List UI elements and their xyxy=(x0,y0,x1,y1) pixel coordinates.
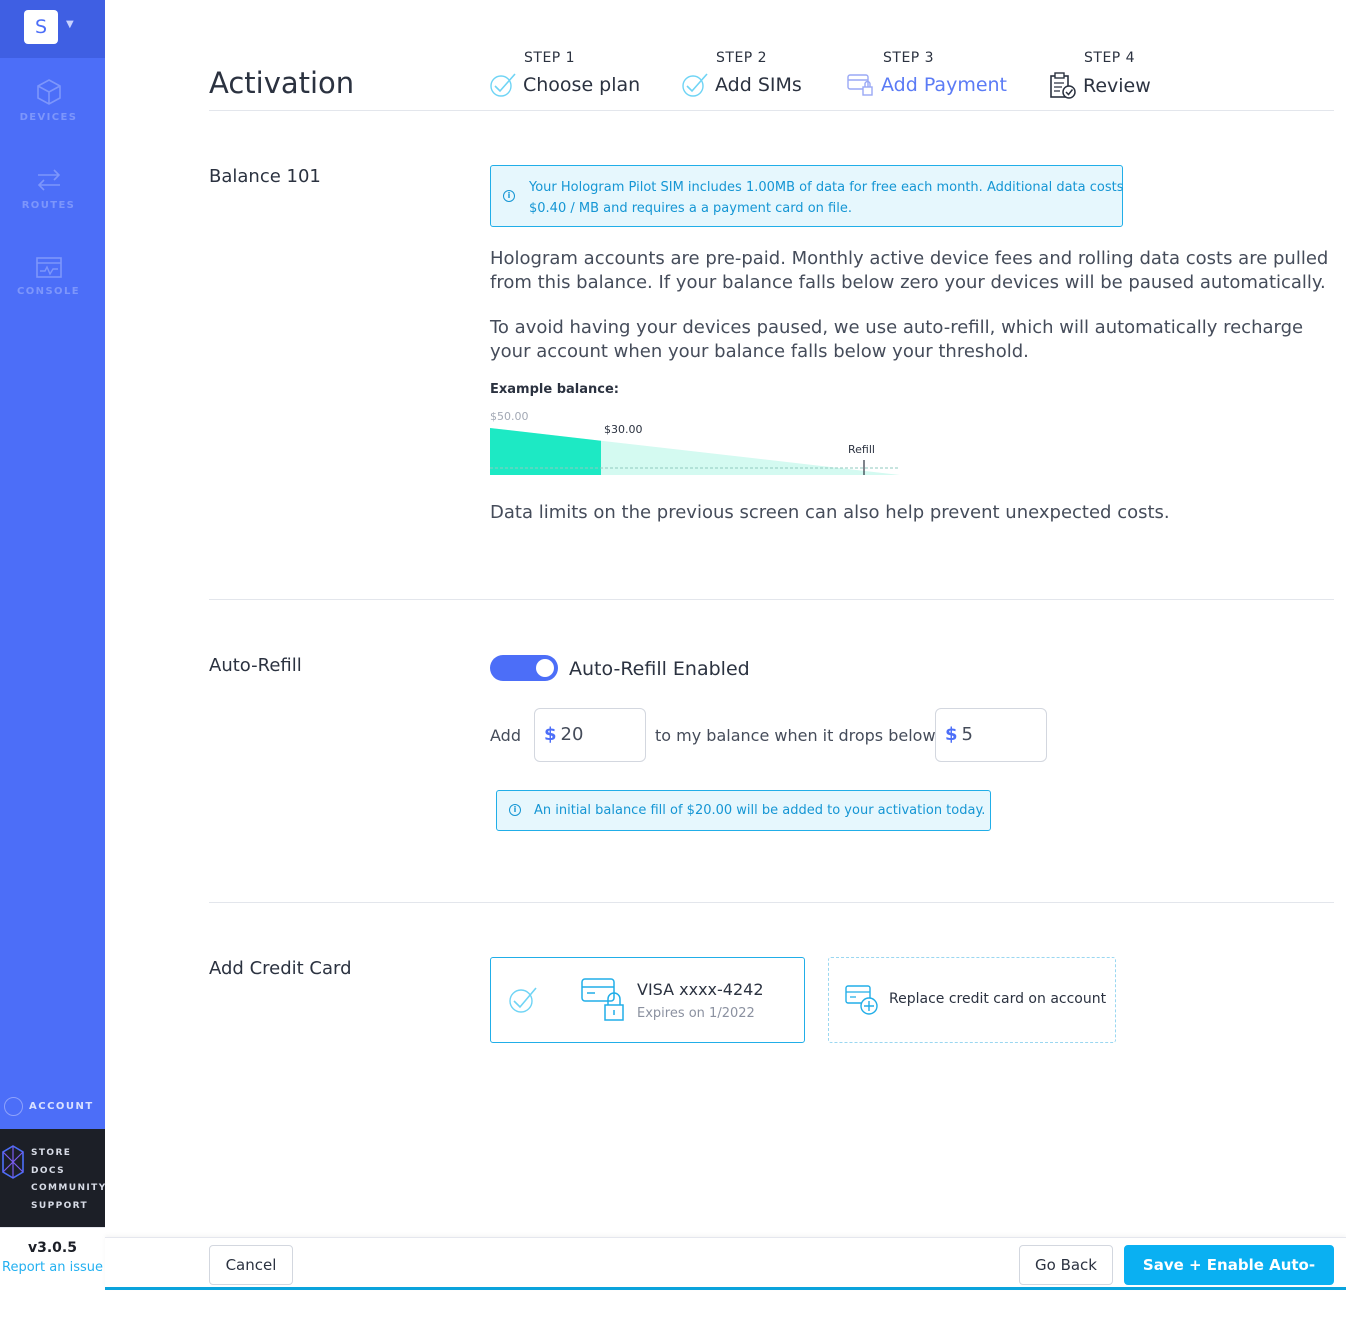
step-4-number: STEP 4 xyxy=(1084,50,1136,66)
refill-threshold-value: 5 xyxy=(961,724,973,745)
free-data-info: i Your Hologram Pilot SIM includes 1.00M… xyxy=(490,165,1124,227)
credit-card-lock-icon xyxy=(581,978,624,1021)
currency-symbol: $ xyxy=(544,724,557,745)
account-link[interactable]: ACCOUNT xyxy=(4,1097,94,1116)
refill-threshold-input[interactable]: $5 xyxy=(935,708,1047,762)
refill-middle-text: to my balance when it drops below xyxy=(655,726,936,745)
section-divider xyxy=(209,902,1334,903)
nav-console[interactable]: CONSOLE xyxy=(0,256,97,297)
refill-amount-input[interactable]: $20 xyxy=(534,708,646,762)
current-card-option[interactable]: VISA xxxx-4242 Expires on 1/2022 xyxy=(490,957,805,1043)
step-4-label: Review xyxy=(1083,75,1151,97)
org-avatar[interactable]: S xyxy=(24,10,58,44)
example-balance-chart: $50.00 $30.00 Refill xyxy=(490,410,900,475)
arrows-exchange-icon xyxy=(37,169,60,191)
balance-paragraph-1: Hologram accounts are pre-paid. Monthly … xyxy=(490,248,1329,293)
console-chart-icon xyxy=(35,257,62,278)
footer-link-store[interactable]: STORE xyxy=(31,1145,107,1163)
info-icon: i xyxy=(509,804,521,816)
hologram-logo-icon xyxy=(2,1145,24,1179)
autorefill-toggle[interactable] xyxy=(490,655,558,681)
payment-card-icon xyxy=(847,74,873,96)
example-current-label: $30.00 xyxy=(604,423,643,436)
currency-symbol: $ xyxy=(945,724,958,745)
report-issue-link[interactable]: Report an issue xyxy=(0,1260,105,1275)
initial-fill-info: i An initial balance fill of $20.00 will… xyxy=(496,790,991,831)
example-balance-label: Example balance: xyxy=(490,382,619,397)
bottom-action-bar: Cancel Go Back Save + Enable Auto-Refill xyxy=(105,1237,1346,1312)
step-1-number: STEP 1 xyxy=(524,50,576,66)
example-max-label: $50.00 xyxy=(490,410,529,423)
footer-link-docs[interactable]: DOCS xyxy=(31,1163,107,1181)
caret-down-icon[interactable]: ▼ xyxy=(66,19,74,30)
initial-fill-text: An initial balance fill of $20.00 will b… xyxy=(534,803,986,818)
info-line-1: Your Hologram Pilot SIM includes 1.00MB … xyxy=(529,180,1124,195)
org-switcher[interactable]: S ▼ xyxy=(0,0,105,58)
autorefill-toggle-label: Auto-Refill Enabled xyxy=(569,658,750,680)
nav-devices-label: DEVICES xyxy=(19,112,78,123)
check-icon xyxy=(509,987,537,1013)
cube-icon xyxy=(36,79,61,105)
footer-link-support[interactable]: SUPPORT xyxy=(31,1198,107,1216)
nav-routes-label: ROUTES xyxy=(21,200,76,211)
info-icon: i xyxy=(503,190,515,202)
page-title: Activation xyxy=(209,66,355,100)
credit-card-label: Add Credit Card xyxy=(209,958,352,979)
clipboard-check-icon xyxy=(1050,72,1076,99)
step-1-label: Choose plan xyxy=(523,74,641,96)
footer-links: STORE DOCS COMMUNITY SUPPORT xyxy=(0,1129,105,1227)
example-refill-label: Refill xyxy=(848,443,875,456)
autorefill-label: Auto-Refill xyxy=(209,655,302,676)
credit-card-add-icon xyxy=(845,985,878,1015)
account-label: ACCOUNT xyxy=(29,1101,94,1112)
cancel-button[interactable]: Cancel xyxy=(209,1245,293,1285)
replace-card-option[interactable]: Replace credit card on account xyxy=(828,957,1116,1043)
balance-paragraph-2: To avoid having your devices paused, we … xyxy=(490,317,1304,362)
info-line-2: $0.40 / MB and requires a a payment card… xyxy=(529,201,852,216)
check-icon xyxy=(682,73,708,97)
nav-routes[interactable]: ROUTES xyxy=(0,166,97,211)
refill-amount-value: 20 xyxy=(560,724,584,745)
card-title: VISA xxxx-4242 xyxy=(637,980,764,999)
toggle-knob xyxy=(536,659,554,677)
footer-link-community[interactable]: COMMUNITY xyxy=(31,1180,107,1198)
section-divider xyxy=(209,599,1334,600)
replace-card-label: Replace credit card on account xyxy=(889,991,1107,1007)
user-icon xyxy=(4,1097,23,1116)
nav-console-label: CONSOLE xyxy=(17,286,80,297)
save-enable-autorefill-button[interactable]: Save + Enable Auto-Refill xyxy=(1124,1245,1334,1312)
steps-divider xyxy=(209,110,1334,111)
add-text: Add xyxy=(490,726,521,745)
sidebar: S ▼ DEVICES ROUTES CONSOLE ACCOUNT STORE… xyxy=(0,0,105,1290)
check-icon xyxy=(490,73,516,97)
step-2-label: Add SIMs xyxy=(715,74,802,96)
card-expiry: Expires on 1/2022 xyxy=(637,1006,755,1021)
main-content: Activation STEP 1 Choose plan STEP 2 Add… xyxy=(105,0,1346,1312)
balance101-label: Balance 101 xyxy=(209,166,321,187)
go-back-button[interactable]: Go Back xyxy=(1019,1245,1113,1285)
nav-devices[interactable]: DEVICES xyxy=(0,78,97,123)
step-3-label: Add Payment xyxy=(881,74,1008,96)
version-label: v3.0.5 xyxy=(28,1240,77,1256)
step-3-number: STEP 3 xyxy=(883,50,935,66)
version-box: v3.0.5 Report an issue xyxy=(0,1227,105,1290)
step-2-number: STEP 2 xyxy=(716,50,768,66)
balance-paragraph-3: Data limits on the previous screen can a… xyxy=(490,502,1170,523)
